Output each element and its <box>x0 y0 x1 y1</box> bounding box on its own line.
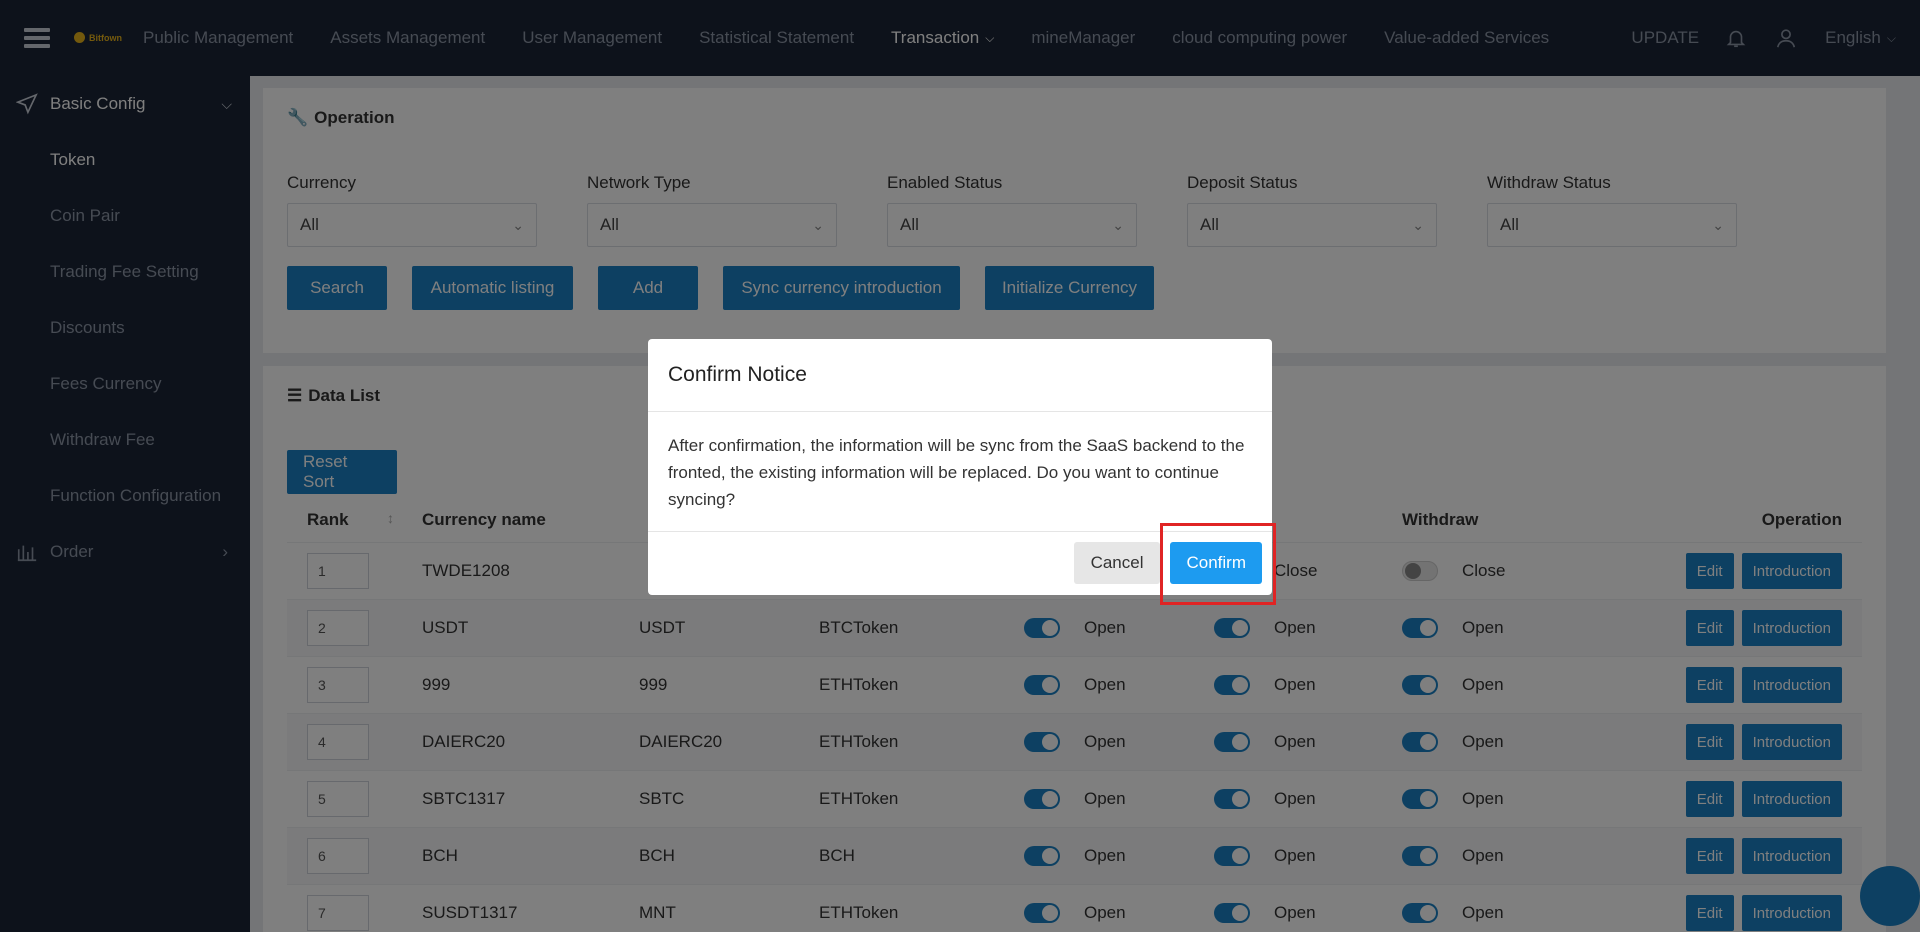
dialog-message: After confirmation, the information will… <box>648 412 1272 532</box>
cancel-button[interactable]: Cancel <box>1073 542 1161 584</box>
dialog-title: Confirm Notice <box>648 339 1272 412</box>
highlight-box <box>1160 523 1276 605</box>
